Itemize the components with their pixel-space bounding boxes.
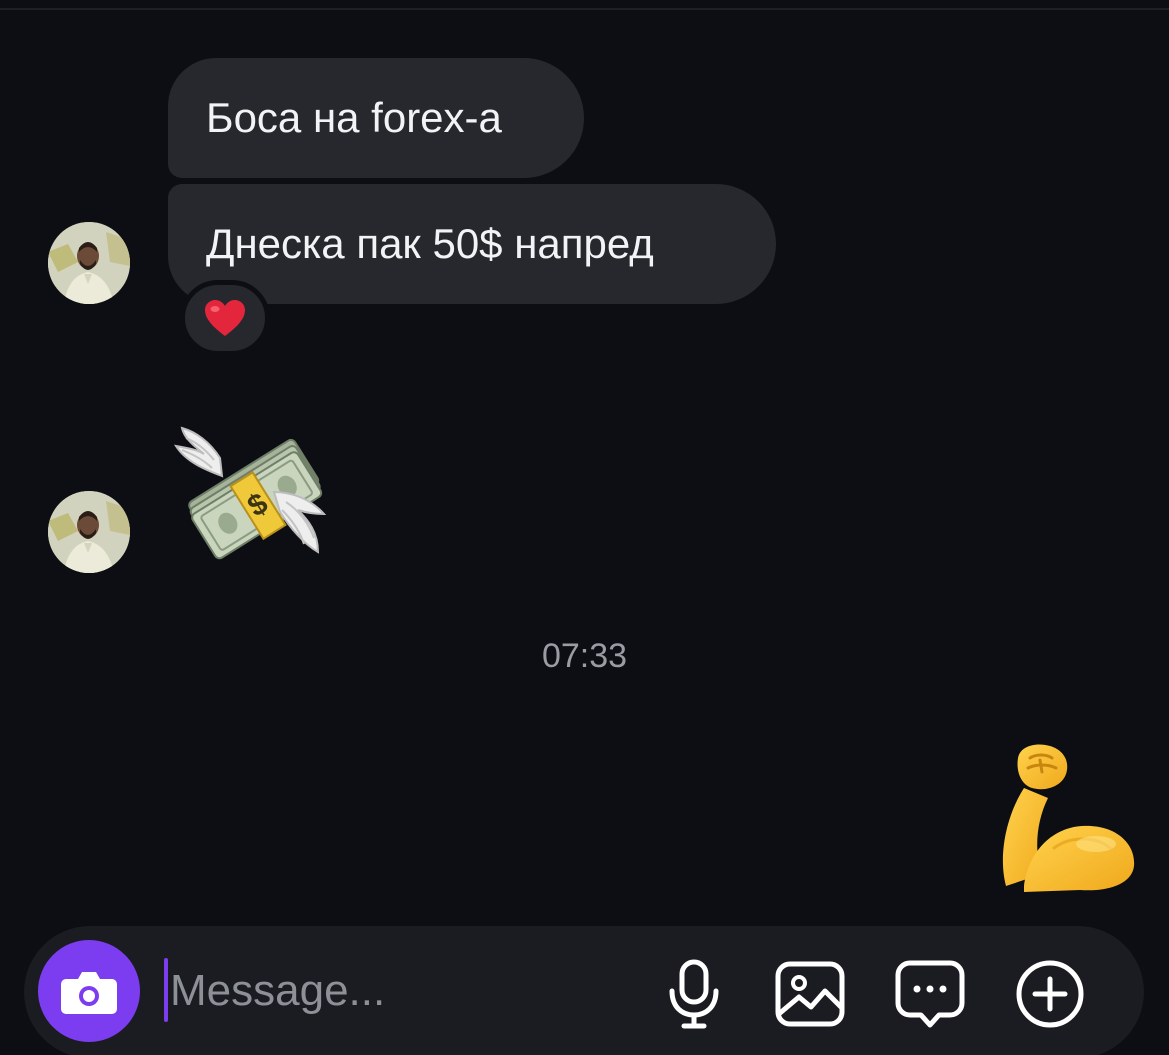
avatar-photo — [48, 491, 130, 573]
gallery-button[interactable] — [772, 956, 848, 1032]
message-text: Днеска пак 50$ напред — [206, 220, 654, 267]
reaction-badge[interactable] — [180, 280, 270, 356]
camera-button[interactable] — [38, 940, 140, 1042]
plus-circle-icon — [1016, 960, 1084, 1028]
gallery-icon — [775, 961, 845, 1027]
avatar-photo — [48, 222, 130, 304]
money-with-wings-icon: $ — [173, 426, 327, 560]
chat-bubble-icon — [895, 960, 965, 1028]
message-input[interactable] — [170, 956, 630, 1026]
flexed-biceps-sticker[interactable] — [984, 736, 1144, 900]
flexed-biceps-icon — [1002, 744, 1135, 892]
avatar[interactable] — [48, 222, 130, 304]
microphone-icon — [669, 959, 719, 1029]
text-cursor — [164, 958, 168, 1022]
more-options-button[interactable] — [1012, 956, 1088, 1032]
microphone-button[interactable] — [656, 956, 732, 1032]
money-with-wings-sticker[interactable]: $ — [168, 412, 334, 568]
heart-icon — [205, 300, 245, 336]
message-text: Боса на forex-а — [206, 94, 502, 141]
message-bubble[interactable]: Боса на forex-а — [168, 58, 584, 178]
header-divider — [0, 8, 1169, 10]
avatar[interactable] — [48, 491, 130, 573]
message-timestamp: 07:33 — [541, 637, 628, 675]
chat-screen: Боса на forex-а Днеска пак 50$ напред $ … — [0, 0, 1169, 1055]
message-bubble[interactable]: Днеска пак 50$ напред — [168, 184, 776, 304]
camera-icon — [61, 972, 117, 1014]
sticker-chat-button[interactable] — [892, 956, 968, 1032]
